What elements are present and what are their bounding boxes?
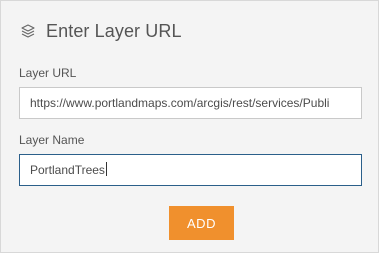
text-caret bbox=[105, 162, 107, 176]
add-layer-panel: Enter Layer URL Layer URL https://www.po… bbox=[0, 0, 379, 253]
panel-header: Enter Layer URL bbox=[19, 18, 182, 44]
layer-name-value: PortlandTrees bbox=[30, 163, 105, 177]
layer-name-input[interactable]: PortlandTrees bbox=[19, 154, 362, 186]
layer-url-label: Layer URL bbox=[19, 66, 77, 80]
add-button[interactable]: ADD bbox=[169, 206, 234, 240]
layer-name-label: Layer Name bbox=[19, 133, 85, 147]
layer-url-value: https://www.portlandmaps.com/arcgis/rest… bbox=[30, 96, 330, 110]
layers-icon bbox=[19, 22, 37, 40]
panel-title: Enter Layer URL bbox=[46, 20, 182, 41]
layer-url-input[interactable]: https://www.portlandmaps.com/arcgis/rest… bbox=[19, 87, 362, 119]
